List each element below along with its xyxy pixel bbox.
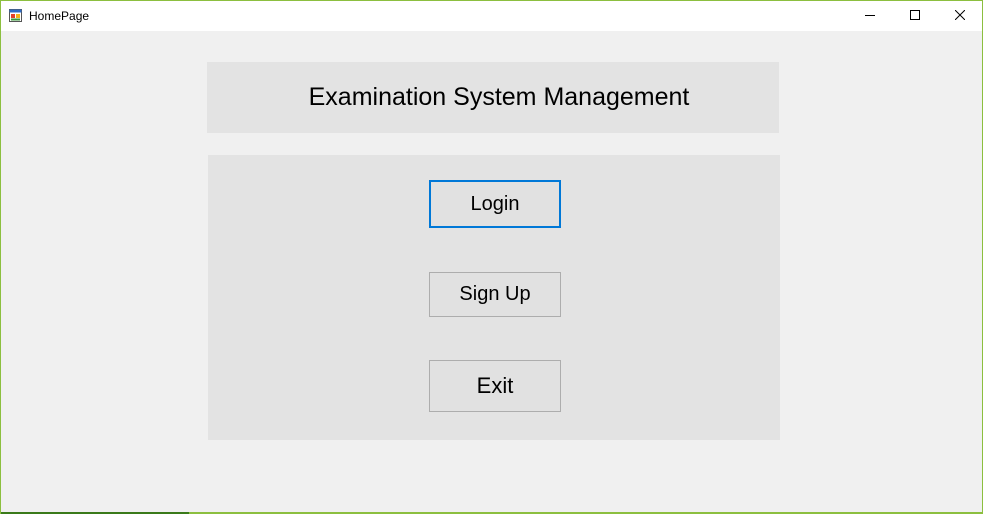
close-button[interactable]: [937, 1, 983, 31]
maximize-button[interactable]: [892, 1, 938, 31]
maximize-icon: [910, 7, 920, 25]
signup-button[interactable]: Sign Up: [429, 272, 561, 317]
app-window: HomePage Examination System Management L…: [0, 0, 983, 514]
minimize-icon: [865, 7, 875, 25]
window-title: HomePage: [29, 9, 90, 23]
minimize-button[interactable]: [847, 1, 893, 31]
header-panel: Examination System Management: [207, 62, 779, 133]
page-title: Examination System Management: [308, 83, 690, 111]
title-bar[interactable]: HomePage: [1, 1, 982, 31]
winforms-app-icon: [9, 9, 22, 22]
close-icon: [954, 7, 966, 25]
exit-button[interactable]: Exit: [429, 360, 561, 412]
login-button[interactable]: Login: [429, 180, 561, 228]
button-panel: Login Sign Up Exit: [208, 155, 780, 440]
